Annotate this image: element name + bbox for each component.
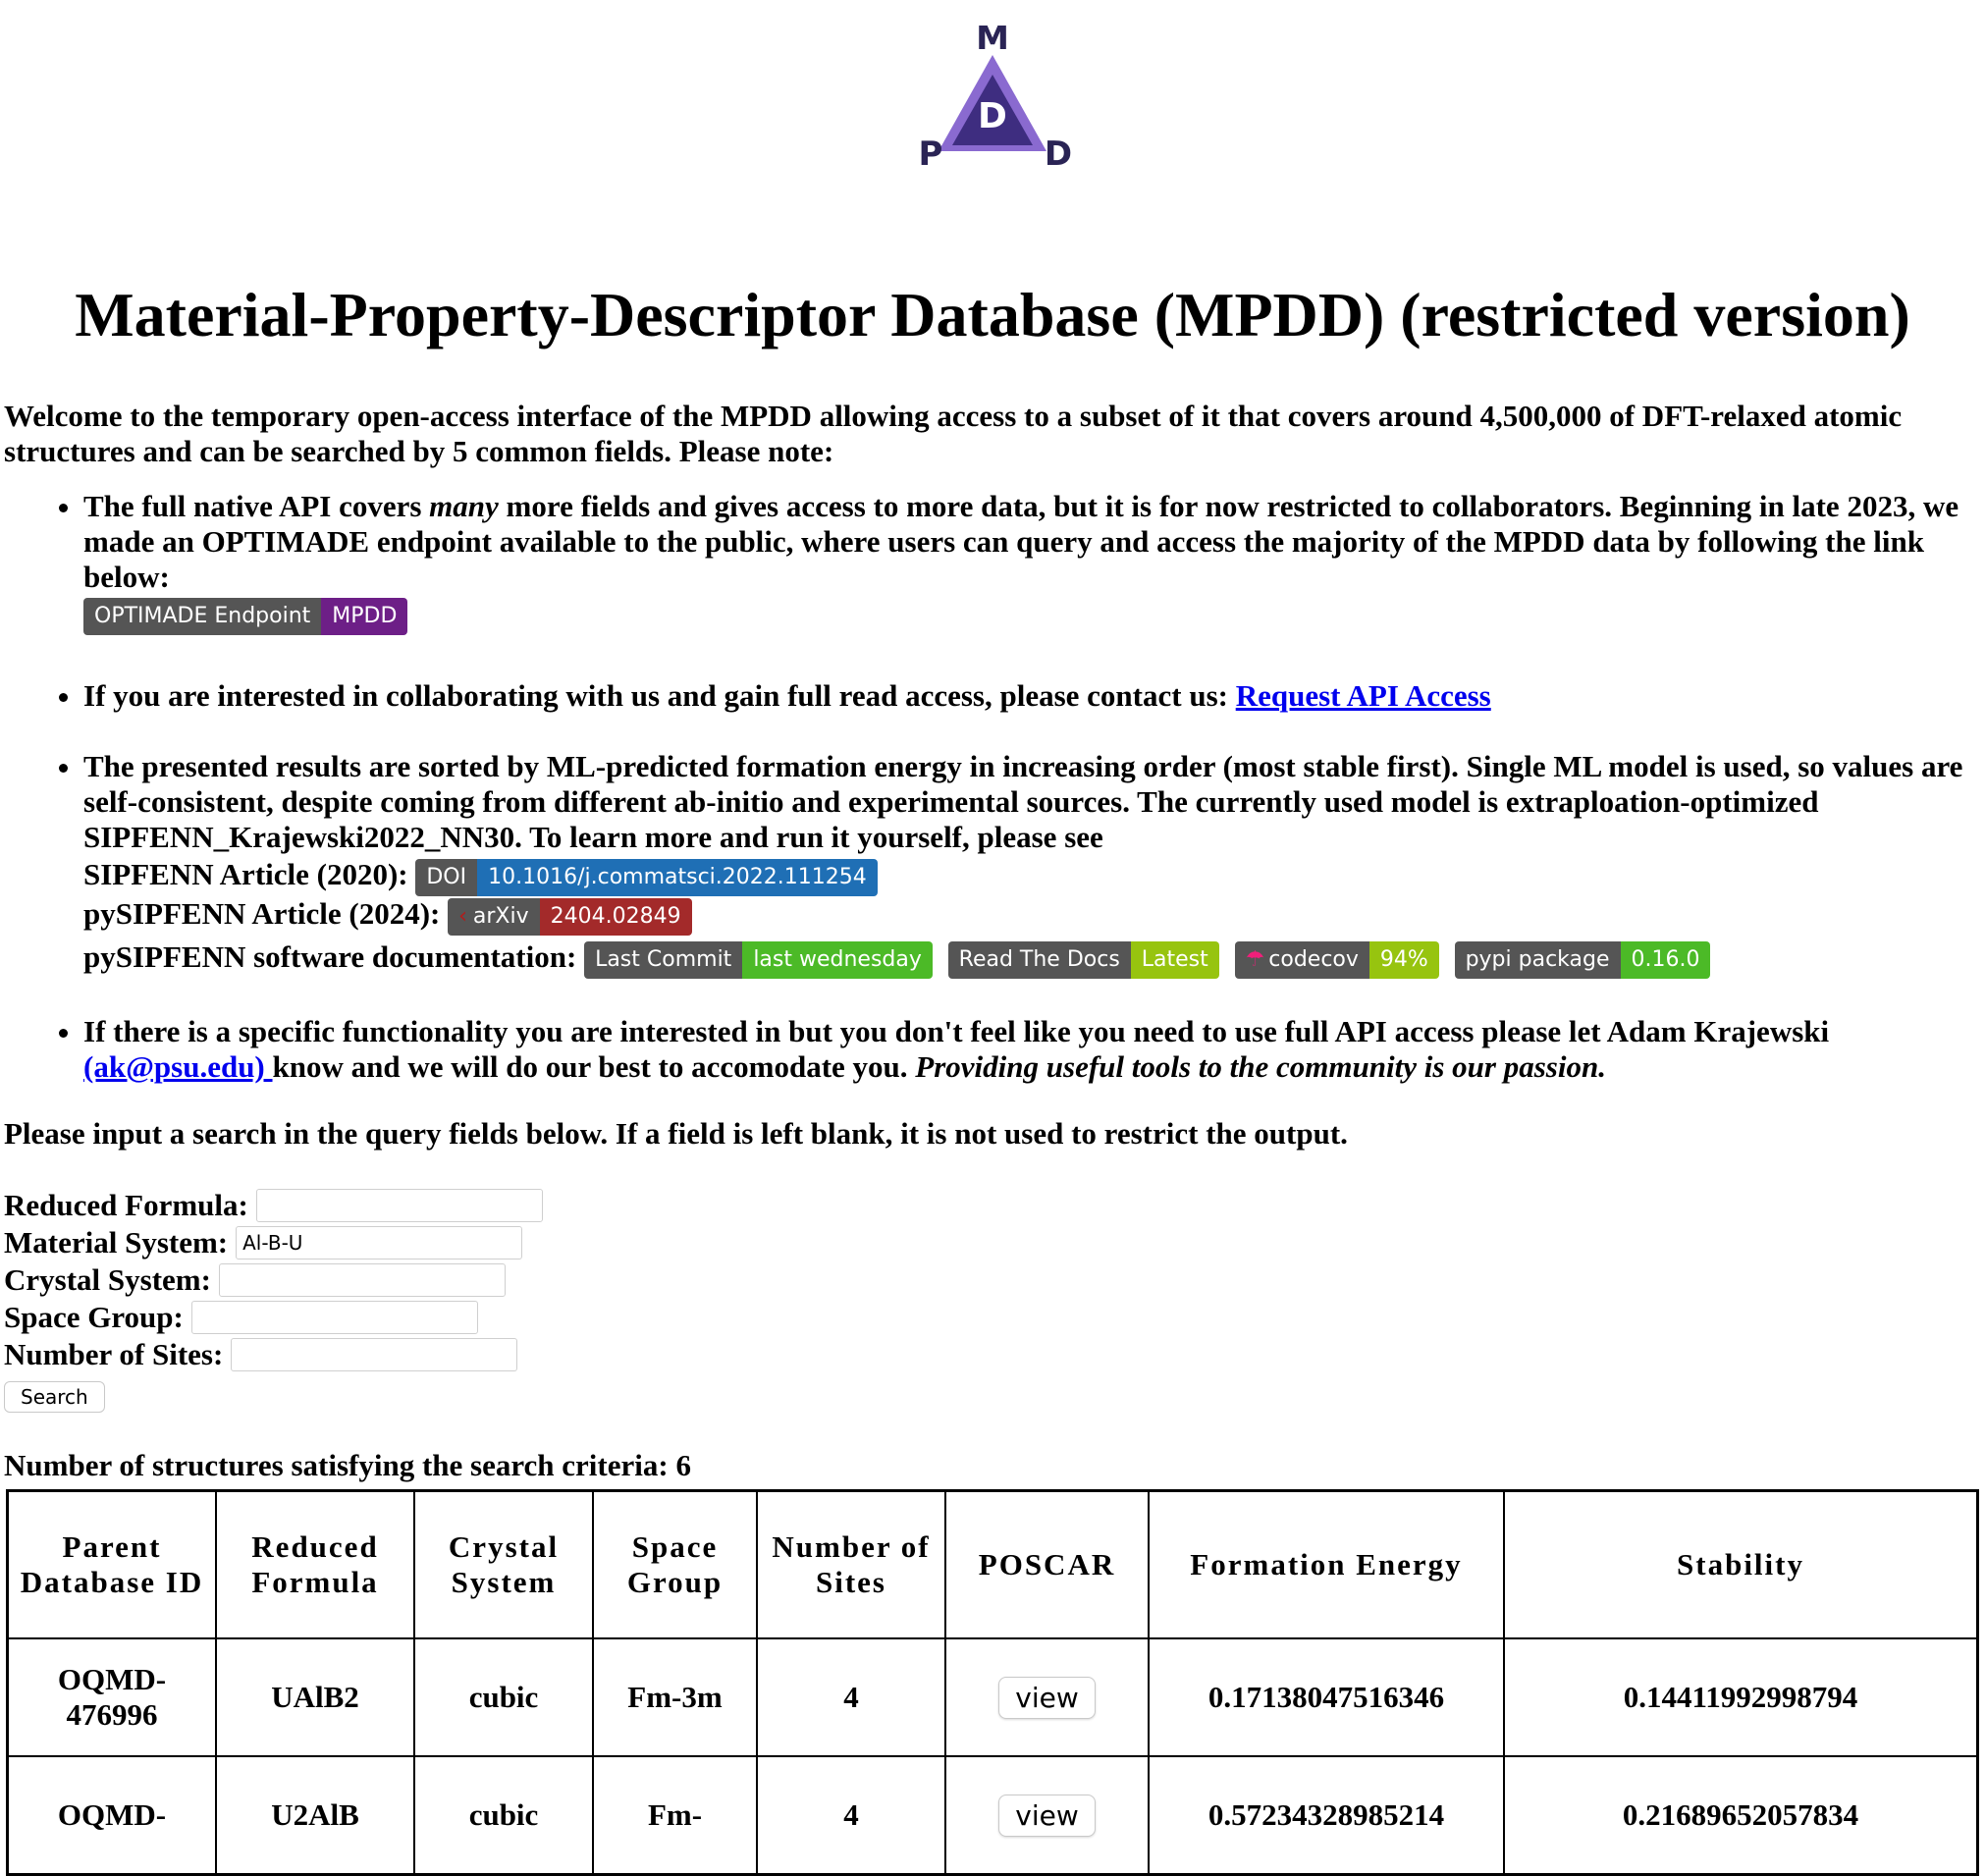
mpdd-logo: M D P D	[0, 0, 1985, 202]
contact-text-post: know and we will do our best to accomoda…	[272, 1049, 916, 1085]
pypi-package-label: pypi package	[1454, 941, 1621, 980]
cell-reduced-formula: UAlB2	[215, 1637, 415, 1758]
list-item-model: The presented results are sorted by ML-p…	[83, 749, 1968, 980]
view-poscar-button[interactable]: view	[998, 1794, 1096, 1837]
cell-space-group: Fm-3m	[592, 1637, 758, 1758]
request-api-access-link[interactable]: Request API Access	[1236, 678, 1491, 713]
results-table: Parent Database ID Reduced Formula Cryst…	[6, 1489, 1979, 1876]
search-prompt: Please input a search in the query field…	[4, 1116, 1348, 1152]
list-item-collaborate: If you are interested in collaborating w…	[83, 678, 1968, 714]
arxiv-icon: ‹	[458, 904, 467, 930]
header-parent-database-id: Parent Database ID	[6, 1489, 217, 1640]
docs-label: pySIPFENN software documentation:	[83, 939, 577, 975]
optimade-badge-value: MPDD	[321, 598, 408, 636]
api-text-em: many	[429, 488, 499, 523]
arxiv-badge-value: 2404.02849	[539, 898, 692, 937]
cell-parent-id: OQMD-	[6, 1755, 217, 1876]
cell-stability: 0.21689652057834	[1503, 1755, 1979, 1876]
header-stability: Stability	[1503, 1489, 1979, 1640]
doi-badge[interactable]: DOI 10.1016/j.commatsci.2022.111254	[415, 859, 878, 897]
logo-letter-center: D	[978, 96, 1007, 136]
email-link[interactable]: (ak@psu.edu)	[83, 1049, 273, 1084]
optimade-endpoint-badge[interactable]: OPTIMADE Endpoint MPDD	[83, 598, 408, 636]
number-of-sites-label: Number of Sites:	[4, 1337, 224, 1372]
header-reduced-formula: Reduced Formula	[215, 1489, 415, 1640]
arxiv-badge-label: arXiv	[472, 904, 529, 930]
header-space-group: Space Group	[592, 1489, 758, 1640]
list-item-contact: If there is a specific functionality you…	[83, 1014, 1968, 1085]
page-title: Material-Property-Descriptor Database (M…	[75, 280, 1910, 349]
read-the-docs-badge[interactable]: Read The Docs Latest	[947, 941, 1219, 980]
codecov-badge[interactable]: ☂ codecov 94%	[1234, 941, 1439, 980]
read-the-docs-label: Read The Docs	[947, 941, 1131, 980]
table-row: OQMD-476996 UAlB2 cubic Fm-3m 4 view 0.1…	[6, 1637, 1979, 1758]
header-formation-energy: Formation Energy	[1148, 1489, 1505, 1640]
cell-crystal-system: cubic	[413, 1755, 594, 1876]
pypi-package-badge[interactable]: pypi package 0.16.0	[1454, 941, 1711, 980]
crystal-system-input[interactable]	[218, 1263, 506, 1298]
doi-badge-label: DOI	[415, 859, 478, 897]
codecov-value: 94%	[1368, 941, 1439, 980]
codecov-umbrella-icon: ☂	[1245, 947, 1265, 973]
cell-stability: 0.14411992998794	[1503, 1637, 1979, 1758]
contact-text: If there is a specific functionality you…	[83, 1014, 1830, 1049]
cell-parent-id: OQMD-476996	[6, 1637, 217, 1758]
logo-letter-right: D	[1045, 134, 1072, 173]
table-header-row: Parent Database ID Reduced Formula Cryst…	[6, 1489, 1979, 1640]
codecov-label: codecov	[1268, 947, 1359, 973]
reduced-formula-input[interactable]	[255, 1189, 543, 1223]
contact-text-em: Providing useful tools to the community …	[915, 1049, 1606, 1085]
crystal-system-label: Crystal System:	[4, 1262, 211, 1298]
doi-badge-value: 10.1016/j.commatsci.2022.111254	[477, 859, 878, 897]
number-of-sites-input[interactable]	[231, 1338, 518, 1372]
search-button[interactable]: Search	[4, 1381, 105, 1414]
material-system-input[interactable]	[236, 1226, 523, 1260]
cell-reduced-formula: U2AlB	[215, 1755, 415, 1876]
cell-formation-energy: 0.17138047516346	[1148, 1637, 1505, 1758]
read-the-docs-value: Latest	[1130, 941, 1219, 980]
model-text: The presented results are sorted by ML-p…	[83, 749, 1963, 855]
logo-letter-top: M	[976, 26, 1009, 58]
cell-formation-energy: 0.57234328985214	[1148, 1755, 1505, 1876]
cell-poscar: view	[944, 1637, 1150, 1758]
last-commit-value: last wednesday	[742, 941, 933, 980]
cell-space-group: Fm-	[592, 1755, 758, 1876]
optimade-badge-label: OPTIMADE Endpoint	[83, 598, 322, 636]
api-text-pre: The full native API covers	[83, 488, 430, 523]
cell-number-of-sites: 4	[756, 1755, 946, 1876]
results-count: Number of structures satisfying the sear…	[4, 1448, 691, 1483]
logo-letter-left: P	[919, 134, 943, 173]
notes-list: The full native API covers many more fie…	[0, 489, 1985, 1086]
table-row: OQMD- U2AlB cubic Fm- 4 view 0.572343289…	[6, 1755, 1979, 1876]
cell-crystal-system: cubic	[413, 1637, 594, 1758]
arxiv-badge[interactable]: ‹ arXiv 2404.02849	[448, 898, 692, 937]
mpdd-logo-icon: M D P D	[919, 26, 1073, 173]
search-form: Reduced Formula: Material System: Crysta…	[4, 1187, 1985, 1414]
intro-text: Welcome to the temporary open-access int…	[4, 398, 1903, 468]
space-group-label: Space Group:	[4, 1300, 184, 1335]
view-poscar-button[interactable]: view	[998, 1676, 1096, 1719]
header-crystal-system: Crystal System	[413, 1489, 594, 1640]
last-commit-badge[interactable]: Last Commit last wednesday	[584, 941, 933, 980]
sipfenn-article-label: SIPFENN Article (2020):	[83, 857, 408, 892]
space-group-input[interactable]	[190, 1301, 478, 1335]
pysipfenn-article-label: pySIPFENN Article (2024):	[83, 896, 441, 932]
header-number-of-sites: Number of Sites	[756, 1489, 946, 1640]
collaborate-text: If you are interested in collaborating w…	[83, 678, 1236, 714]
list-item-api: The full native API covers many more fie…	[83, 489, 1968, 636]
last-commit-label: Last Commit	[584, 941, 743, 980]
material-system-label: Material System:	[4, 1225, 229, 1260]
cell-poscar: view	[944, 1755, 1150, 1876]
reduced-formula-label: Reduced Formula:	[4, 1188, 248, 1223]
pypi-package-value: 0.16.0	[1620, 941, 1711, 980]
cell-number-of-sites: 4	[756, 1637, 946, 1758]
header-poscar: POSCAR	[944, 1489, 1150, 1640]
